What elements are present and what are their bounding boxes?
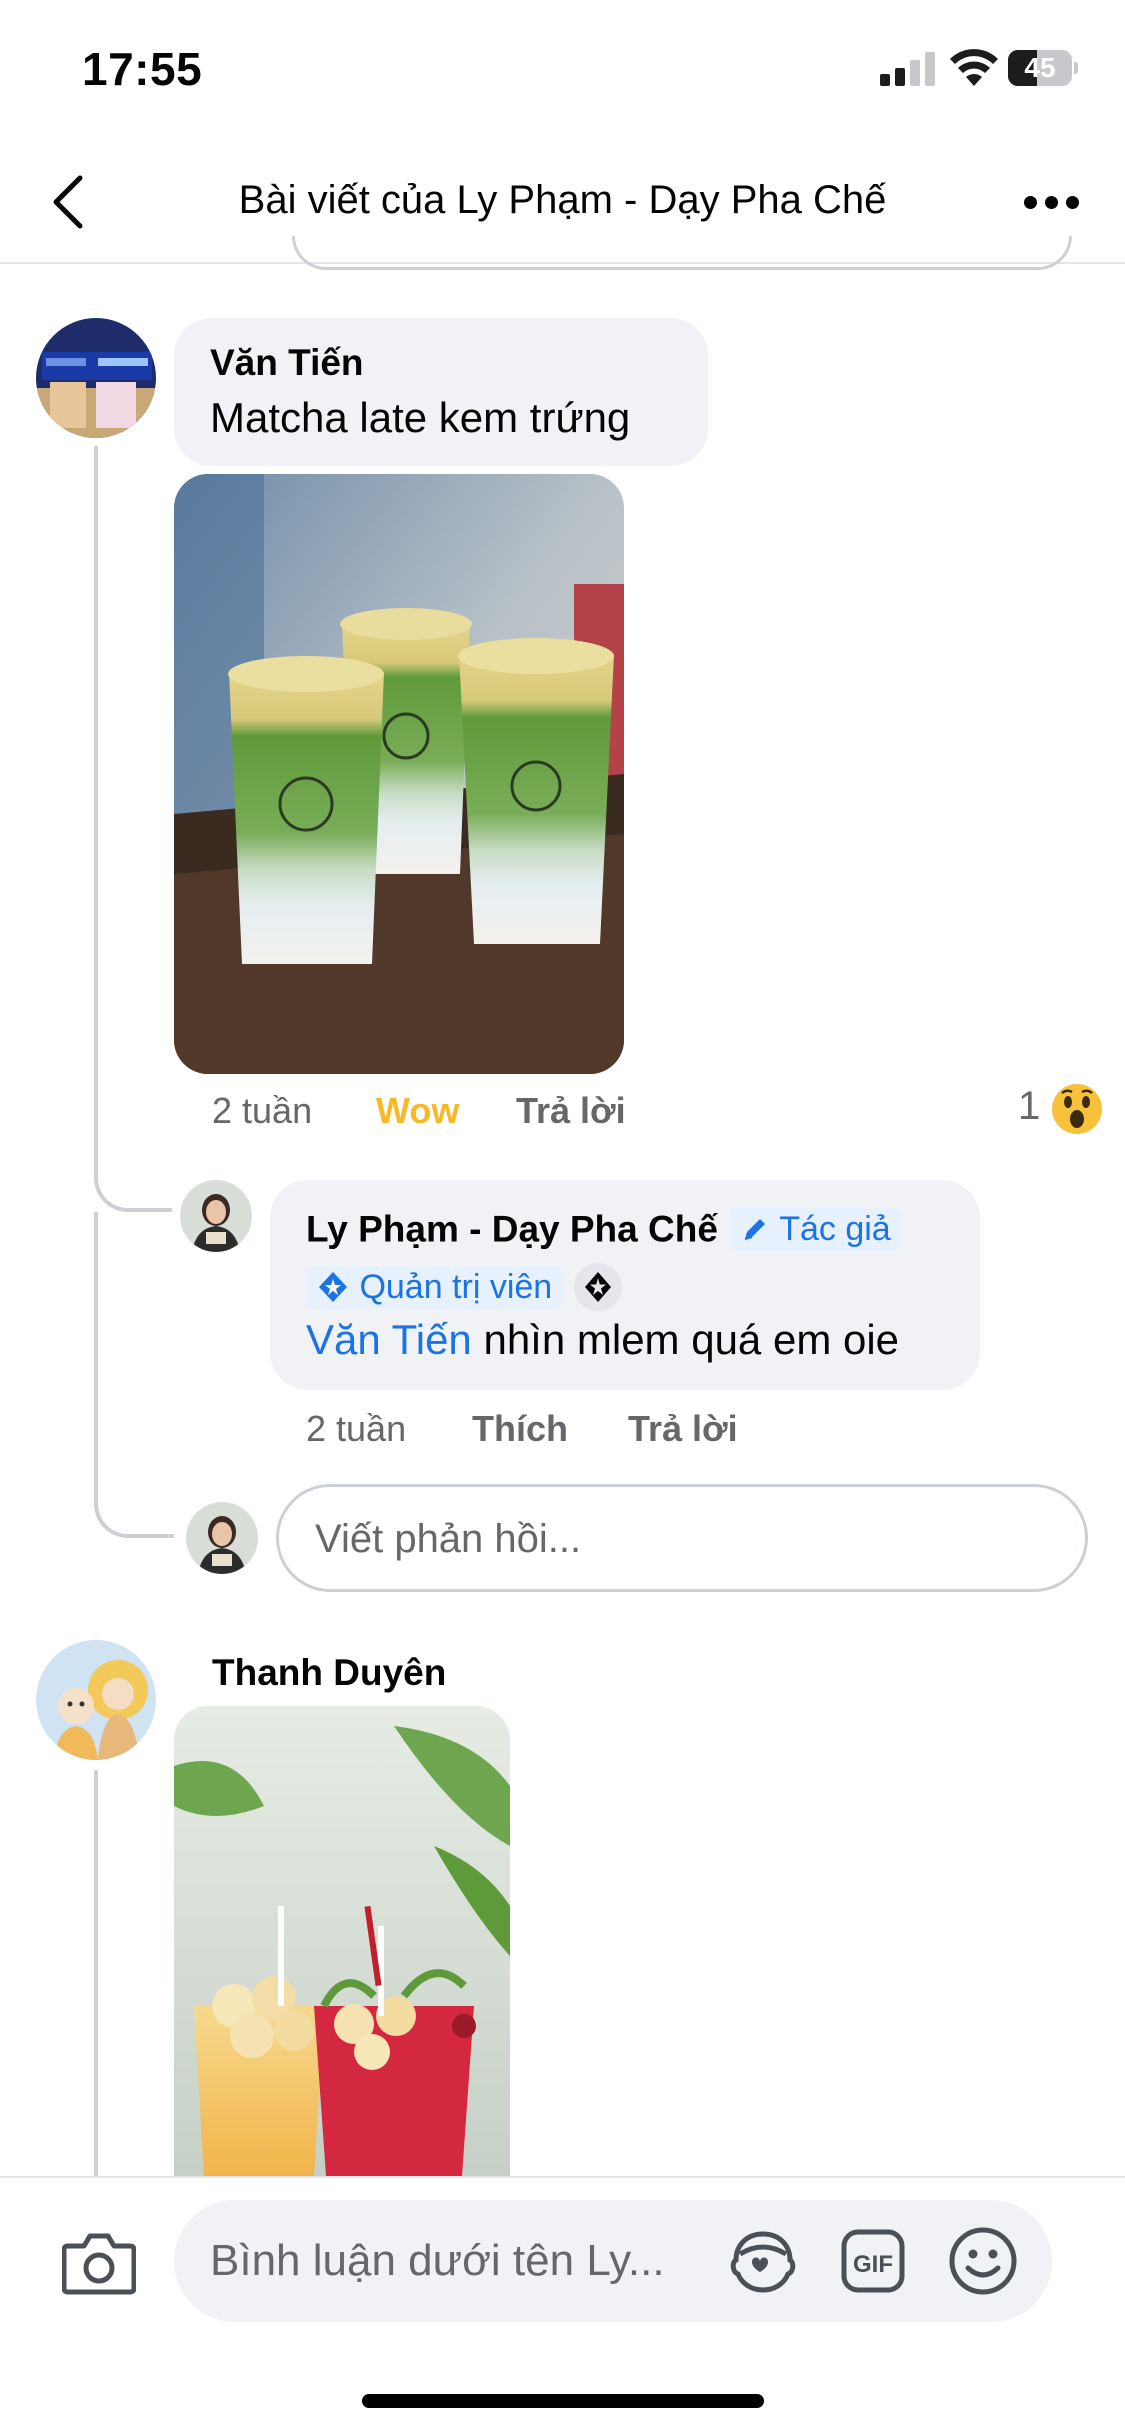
comment-timestamp: 2 tuần [212, 1090, 313, 1131]
comment-author[interactable]: Văn Tiến [210, 342, 364, 384]
reply-button[interactable]: Trả lời [516, 1090, 626, 1132]
previous-comment-edge [292, 236, 1072, 270]
avatar[interactable] [36, 318, 156, 438]
home-indicator [362, 2394, 764, 2408]
reply-text: nhìn mlem quá em oie [471, 1316, 900, 1363]
comment-photo[interactable] [174, 1706, 510, 2176]
thread-line [94, 446, 98, 1146]
comment-input-field[interactable]: GIF [174, 2200, 1052, 2322]
current-user-avatar [186, 1502, 258, 1574]
reply-input[interactable] [315, 1509, 1055, 1569]
comment-author[interactable]: Thanh Duyên [212, 1652, 446, 1694]
battery-icon: 45 [1008, 50, 1078, 86]
wifi-icon [950, 49, 998, 86]
thread-line [94, 1770, 98, 2176]
avatar[interactable] [180, 1180, 252, 1252]
emoji-icon[interactable] [948, 2226, 1018, 2296]
mention-link[interactable]: Văn Tiến [306, 1316, 472, 1363]
reply-bubble[interactable]: Ly Phạm - Dạy Pha Chế Tác giả Quản trị v… [270, 1180, 980, 1390]
svg-text:GIF: GIF [853, 2251, 893, 2278]
cellular-signal-icon [880, 52, 936, 86]
admin-star-icon [319, 1271, 347, 1302]
admin-badge: Quản trị viên [306, 1265, 563, 1309]
comment-text: Matcha late kem trứng [210, 394, 631, 441]
wow-reaction-button[interactable]: Wow [376, 1090, 459, 1132]
status-time: 17:55 [82, 43, 203, 95]
avatar-sticker-icon[interactable] [728, 2228, 798, 2294]
comment-bubble[interactable]: Văn Tiến Matcha late kem trứng [174, 318, 708, 466]
gif-icon[interactable]: GIF [840, 2228, 906, 2294]
more-options-icon[interactable] [1016, 182, 1088, 222]
author-badge-label: Tác giả [779, 1210, 891, 1248]
like-button[interactable]: Thích [472, 1408, 568, 1450]
thread-connector [94, 1212, 174, 1538]
thread-connector [94, 1146, 172, 1212]
comment-photo[interactable] [174, 474, 624, 1074]
author-badge: Tác giả [730, 1208, 901, 1251]
pencil-icon [745, 1219, 766, 1240]
page-title: Bài viết của Ly Phạm - Dạy Pha Chế [238, 178, 887, 222]
reply-author[interactable]: Ly Phạm - Dạy Pha Chế [306, 1209, 718, 1250]
battery-percent: 45 [1024, 52, 1056, 83]
avatar[interactable] [36, 1640, 156, 1760]
wow-emoji-icon[interactable] [1050, 1082, 1104, 1136]
reaction-count[interactable]: 1 [1018, 1084, 1040, 1129]
reply-input-field[interactable] [276, 1484, 1088, 1592]
status-bar: 17:55 45 [0, 0, 1125, 140]
reply-timestamp: 2 tuần [306, 1408, 407, 1449]
comment-input[interactable] [210, 2230, 750, 2292]
camera-icon[interactable] [62, 2228, 136, 2296]
admin-badge-label: Quản trị viên [359, 1267, 553, 1306]
reply-button[interactable]: Trả lời [628, 1408, 738, 1450]
top-contributor-icon [573, 1263, 622, 1311]
back-chevron-icon[interactable] [40, 170, 100, 234]
